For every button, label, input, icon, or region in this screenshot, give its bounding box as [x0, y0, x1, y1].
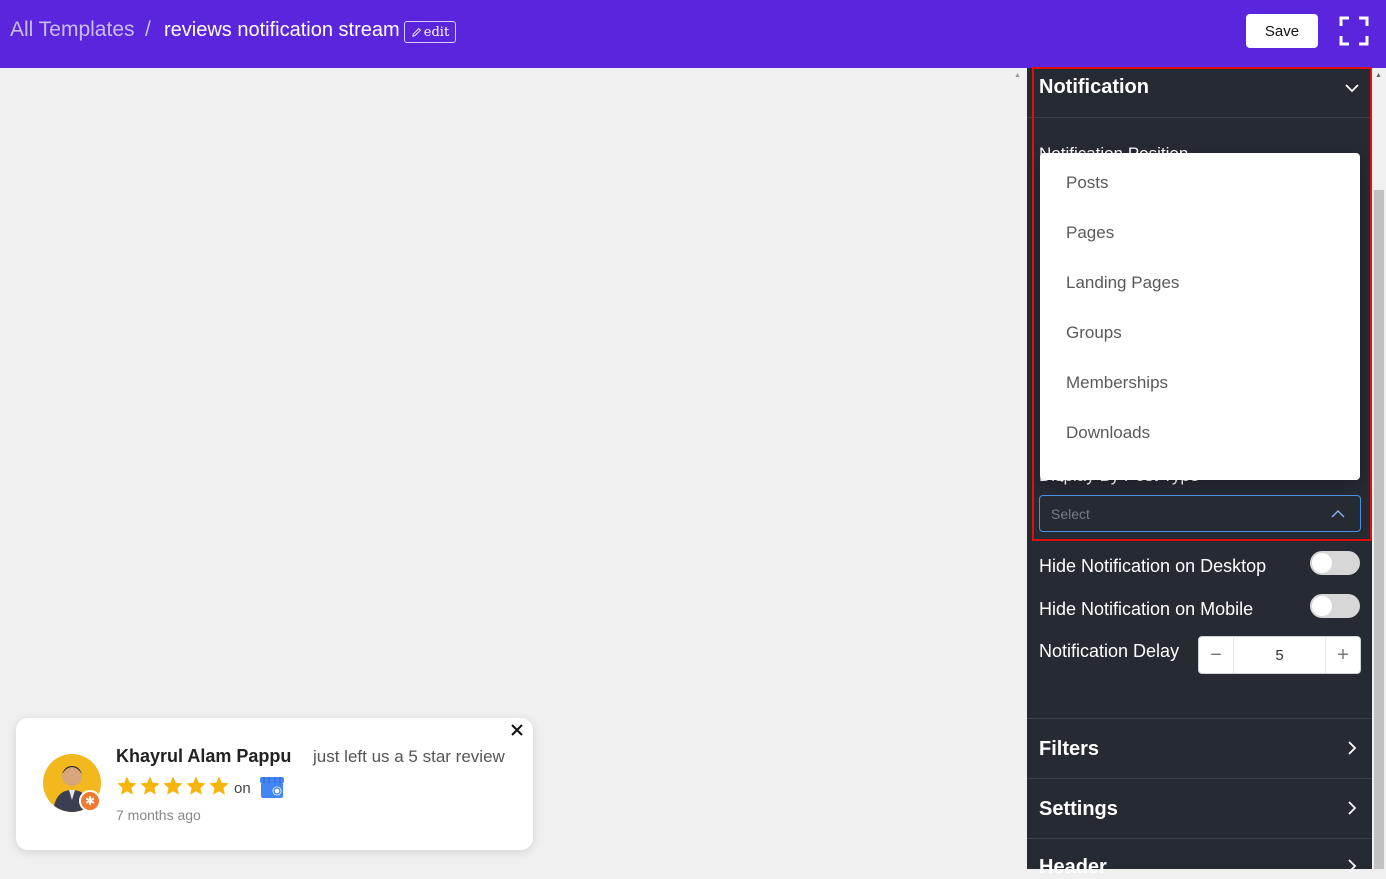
- star-rating: [116, 775, 230, 797]
- settings-section-title[interactable]: Settings: [1039, 798, 1118, 821]
- review-action-text: just left us a 5 star review: [313, 747, 505, 766]
- review-platform-prefix: on: [234, 780, 251, 797]
- notification-delay-stepper: − 5 +: [1198, 636, 1361, 674]
- star-icon: [186, 776, 206, 795]
- close-icon[interactable]: [510, 723, 524, 737]
- pencil-icon: [412, 27, 421, 37]
- notification-section-title[interactable]: Notification: [1039, 76, 1149, 99]
- filters-section-title[interactable]: Filters: [1039, 738, 1099, 761]
- panel-scrollbar-thumb[interactable]: [1374, 190, 1384, 869]
- reviewer-name: Khayrul Alam Pappu: [116, 746, 292, 766]
- decrement-button[interactable]: −: [1199, 637, 1234, 673]
- star-icon: [117, 776, 137, 795]
- dropdown-option-groups[interactable]: Groups: [1066, 323, 1122, 343]
- hide-mobile-label: Hide Notification on Mobile: [1039, 599, 1254, 619]
- fullscreen-icon[interactable]: [1339, 16, 1369, 46]
- header-section-title[interactable]: Header: [1039, 856, 1107, 879]
- panel-scroll-up-icon[interactable]: ▲: [1375, 72, 1382, 79]
- star-icon: [163, 776, 183, 795]
- chevron-up-icon: [1331, 510, 1345, 518]
- template-title: reviews notification stream: [164, 19, 400, 41]
- chevron-right-icon[interactable]: [1344, 858, 1360, 874]
- dropdown-caret: [1056, 476, 1068, 482]
- star-icon: [140, 776, 160, 795]
- toggle-knob: [1312, 596, 1332, 616]
- dropdown-option-downloads[interactable]: Downloads: [1066, 423, 1150, 443]
- delay-value[interactable]: 5: [1233, 637, 1326, 673]
- star-icon: [209, 776, 229, 795]
- review-badge-icon: ✱: [79, 790, 101, 812]
- hide-desktop-toggle[interactable]: [1310, 551, 1360, 575]
- section-divider: [1027, 838, 1372, 839]
- dropdown-option-landing-pages[interactable]: Landing Pages: [1066, 273, 1179, 293]
- post-type-dropdown-menu: Posts Pages Landing Pages Groups Members…: [1040, 153, 1360, 480]
- dropdown-option-posts[interactable]: Posts: [1066, 173, 1109, 193]
- dropdown-option-memberships[interactable]: Memberships: [1066, 373, 1168, 393]
- increment-button[interactable]: +: [1325, 637, 1360, 673]
- chevron-right-icon[interactable]: [1344, 800, 1360, 816]
- notification-preview: ✱ Khayrul Alam Pappu just left us a 5 st…: [16, 718, 533, 850]
- hide-desktop-label: Hide Notification on Desktop: [1039, 556, 1267, 576]
- section-divider: [1027, 718, 1372, 719]
- breadcrumb-separator: /: [145, 18, 151, 41]
- google-business-icon: [260, 777, 284, 798]
- hide-mobile-toggle[interactable]: [1310, 594, 1360, 618]
- edit-title-button[interactable]: edit: [404, 21, 456, 43]
- review-time: 7 months ago: [116, 807, 201, 823]
- section-divider: [1027, 117, 1372, 118]
- post-type-select[interactable]: Select: [1039, 495, 1361, 532]
- dropdown-option-pages[interactable]: Pages: [1066, 223, 1114, 243]
- chevron-down-icon[interactable]: [1344, 80, 1360, 96]
- notification-delay-label: Notification Delay: [1039, 641, 1180, 661]
- toggle-knob: [1312, 553, 1332, 573]
- edit-label: edit: [423, 24, 450, 40]
- section-divider: [1027, 778, 1372, 779]
- select-placeholder: Select: [1051, 506, 1090, 522]
- save-button[interactable]: Save: [1246, 14, 1318, 48]
- breadcrumb-all-templates[interactable]: All Templates: [10, 18, 135, 42]
- canvas-scroll-up-icon[interactable]: ▲: [1014, 72, 1021, 79]
- chevron-right-icon[interactable]: [1344, 740, 1360, 756]
